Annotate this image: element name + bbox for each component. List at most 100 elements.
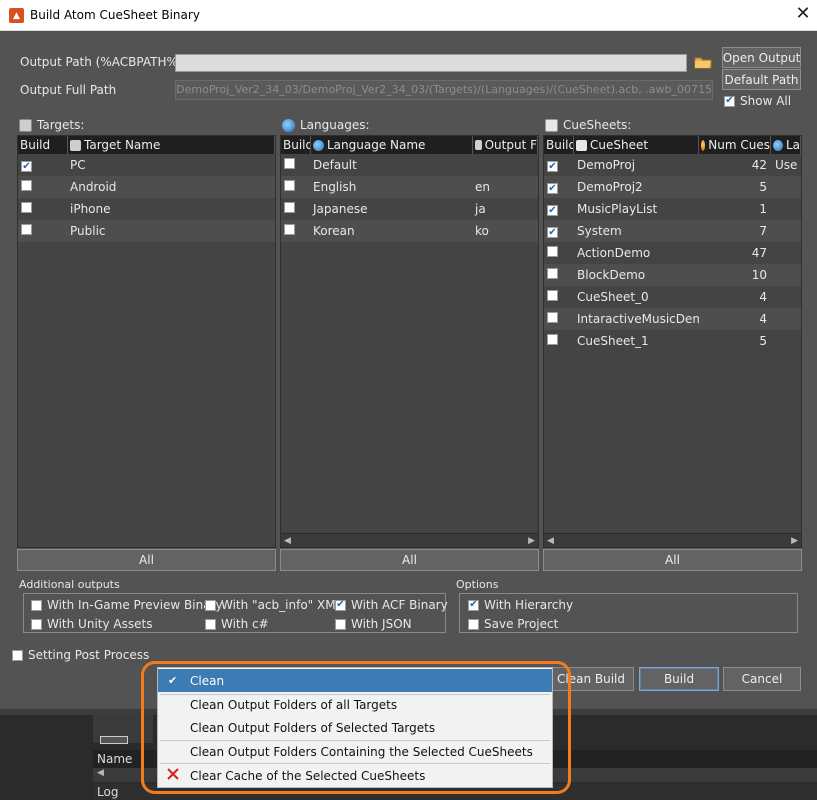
languages-col-output[interactable]: Output F xyxy=(473,136,538,154)
targets-all-button[interactable]: All xyxy=(17,549,276,571)
cuesheet-checkbox[interactable] xyxy=(547,268,558,279)
target-row[interactable]: ✔ PC xyxy=(18,154,275,176)
scroll-right-icon[interactable]: ▶ xyxy=(528,536,535,546)
cuesheet-row[interactable]: IntaractiveMusicDemo 4 xyxy=(544,308,801,330)
cuesheet-row[interactable]: ✔ DemoProj 42 Use xyxy=(544,154,801,176)
opt-acf-binary[interactable]: ✔ With ACF Binary xyxy=(335,598,448,612)
cuesheets-all-button[interactable]: All xyxy=(543,549,802,571)
language-row[interactable]: Korean ko xyxy=(281,220,538,242)
folder-icon[interactable] xyxy=(694,54,712,71)
checkbox[interactable] xyxy=(31,618,42,630)
checkbox[interactable] xyxy=(205,618,216,630)
additional-outputs-group: With In-Game Preview Binary With "acb_in… xyxy=(23,593,448,633)
app-logo-icon: ▲ xyxy=(9,8,24,23)
language-checkbox[interactable] xyxy=(284,180,295,191)
cuesheet-checkbox[interactable] xyxy=(547,334,558,345)
language-row[interactable]: Default xyxy=(281,154,538,176)
checkbox[interactable] xyxy=(205,599,216,611)
cuesheet-checkbox[interactable] xyxy=(547,312,558,323)
languages-col-build[interactable]: Build xyxy=(281,136,311,154)
language-checkbox[interactable] xyxy=(284,158,295,169)
cuesheets-col-build[interactable]: Build xyxy=(544,136,574,154)
cuesheet-checkbox[interactable]: ✔ xyxy=(547,161,558,173)
cuesheet-row[interactable]: ✔ DemoProj2 5 xyxy=(544,176,801,198)
opt-json[interactable]: With JSON xyxy=(335,617,412,631)
targets-col-name[interactable]: Target Name xyxy=(68,136,275,154)
show-all-checkbox[interactable]: ✔ Show All xyxy=(724,94,791,108)
default-path-button[interactable]: Default Path xyxy=(722,69,801,90)
cuesheets-hscrollbar[interactable]: ◀ ▶ xyxy=(544,533,801,547)
target-checkbox[interactable] xyxy=(21,202,32,213)
cuesheet-row[interactable]: CueSheet_0 4 xyxy=(544,286,801,308)
cuesheet-checkbox[interactable]: ✔ xyxy=(547,227,558,239)
cuesheets-col-num[interactable]: Num Cues xyxy=(699,136,771,154)
opt-acb-info-xml[interactable]: With "acb_info" XML xyxy=(205,598,342,612)
cuesheet-row[interactable]: BlockDemo 10 xyxy=(544,264,801,286)
cuesheets-col-name[interactable]: CueSheet xyxy=(574,136,699,154)
checkbox[interactable]: ✔ xyxy=(468,599,479,611)
target-name: Public xyxy=(70,224,106,238)
cuesheet-checkbox[interactable] xyxy=(547,290,558,301)
languages-hscrollbar[interactable]: ◀ ▶ xyxy=(281,533,538,547)
target-checkbox[interactable] xyxy=(21,224,32,235)
language-row[interactable]: Japanese ja xyxy=(281,198,538,220)
target-row[interactable]: Android xyxy=(18,176,275,198)
targets-col-name-label: Target Name xyxy=(84,138,161,152)
cuesheet-checkbox[interactable]: ✔ xyxy=(547,205,558,217)
cuesheet-row[interactable]: ActionDemo 47 xyxy=(544,242,801,264)
title-bar: ▲ Build Atom CueSheet Binary ✕ xyxy=(0,0,817,31)
cuesheet-checkbox[interactable] xyxy=(547,246,558,257)
target-row[interactable]: iPhone xyxy=(18,198,275,220)
target-row[interactable]: Public xyxy=(18,220,275,242)
checkbox[interactable] xyxy=(468,618,479,630)
opt-preview-binary[interactable]: With In-Game Preview Binary xyxy=(31,598,223,612)
languages-col-name[interactable]: Language Name xyxy=(311,136,473,154)
opt-label: With ACF Binary xyxy=(351,598,448,612)
full-path-field: 00715_sasaki/DemoProj_Ver2_34_03/DemoPro… xyxy=(175,80,713,100)
opt-csharp[interactable]: With c# xyxy=(205,617,269,631)
opt-label: With In-Game Preview Binary xyxy=(47,598,223,612)
targets-icon xyxy=(19,118,32,132)
cuesheets-header: CueSheets: xyxy=(545,118,631,132)
setting-post-process[interactable]: Setting Post Process xyxy=(12,648,149,662)
language-checkbox[interactable] xyxy=(284,202,295,213)
checkbox[interactable] xyxy=(335,618,346,630)
scroll-right-icon[interactable]: ▶ xyxy=(791,536,798,546)
opt-save-project[interactable]: Save Project xyxy=(468,617,558,631)
language-code: ja xyxy=(475,202,486,216)
language-code: en xyxy=(475,180,490,194)
target-checkbox[interactable] xyxy=(21,180,32,191)
cuesheets-col-name-label: CueSheet xyxy=(590,138,649,152)
cuesheets-table-header: Build CueSheet Num Cues La xyxy=(544,136,801,154)
targets-table-header: Build Target Name xyxy=(18,136,275,154)
cuesheets-col-num-label: Num Cues xyxy=(708,138,770,152)
dialog-body: Output Path (%ACBPATH%) Open Output Defa… xyxy=(0,31,817,709)
cuesheet-row[interactable]: CueSheet_1 5 xyxy=(544,330,801,352)
cue-icon xyxy=(701,139,706,151)
cuesheet-row[interactable]: ✔ System 7 xyxy=(544,220,801,242)
languages-all-button[interactable]: All xyxy=(280,549,539,571)
cancel-button[interactable]: Cancel xyxy=(723,667,801,691)
opt-label: With JSON xyxy=(351,617,412,631)
open-output-button[interactable]: Open Output xyxy=(722,47,801,68)
checkbox[interactable]: ✔ xyxy=(335,599,346,611)
output-path-input[interactable] xyxy=(175,54,687,72)
scroll-left-icon[interactable]: ◀ xyxy=(547,536,554,546)
globe-icon xyxy=(282,118,295,132)
cuesheet-checkbox[interactable]: ✔ xyxy=(547,183,558,195)
scroll-left-icon[interactable]: ◀ xyxy=(284,536,291,546)
cuesheet-num-cues: 10 xyxy=(751,268,767,282)
language-checkbox[interactable] xyxy=(284,224,295,235)
checkbox[interactable] xyxy=(31,599,42,611)
build-button[interactable]: Build xyxy=(639,667,719,691)
cuesheets-col-lang-label: La xyxy=(785,138,800,152)
checkbox[interactable] xyxy=(12,649,23,661)
close-icon[interactable]: ✕ xyxy=(793,4,813,24)
cuesheets-col-lang[interactable]: La xyxy=(771,136,801,154)
language-row[interactable]: English en xyxy=(281,176,538,198)
target-checkbox[interactable]: ✔ xyxy=(21,161,32,173)
targets-col-build[interactable]: Build xyxy=(18,136,68,154)
opt-with-hierarchy[interactable]: ✔ With Hierarchy xyxy=(468,598,573,612)
opt-unity-assets[interactable]: With Unity Assets xyxy=(31,617,152,631)
cuesheet-row[interactable]: ✔ MusicPlayList 1 xyxy=(544,198,801,220)
